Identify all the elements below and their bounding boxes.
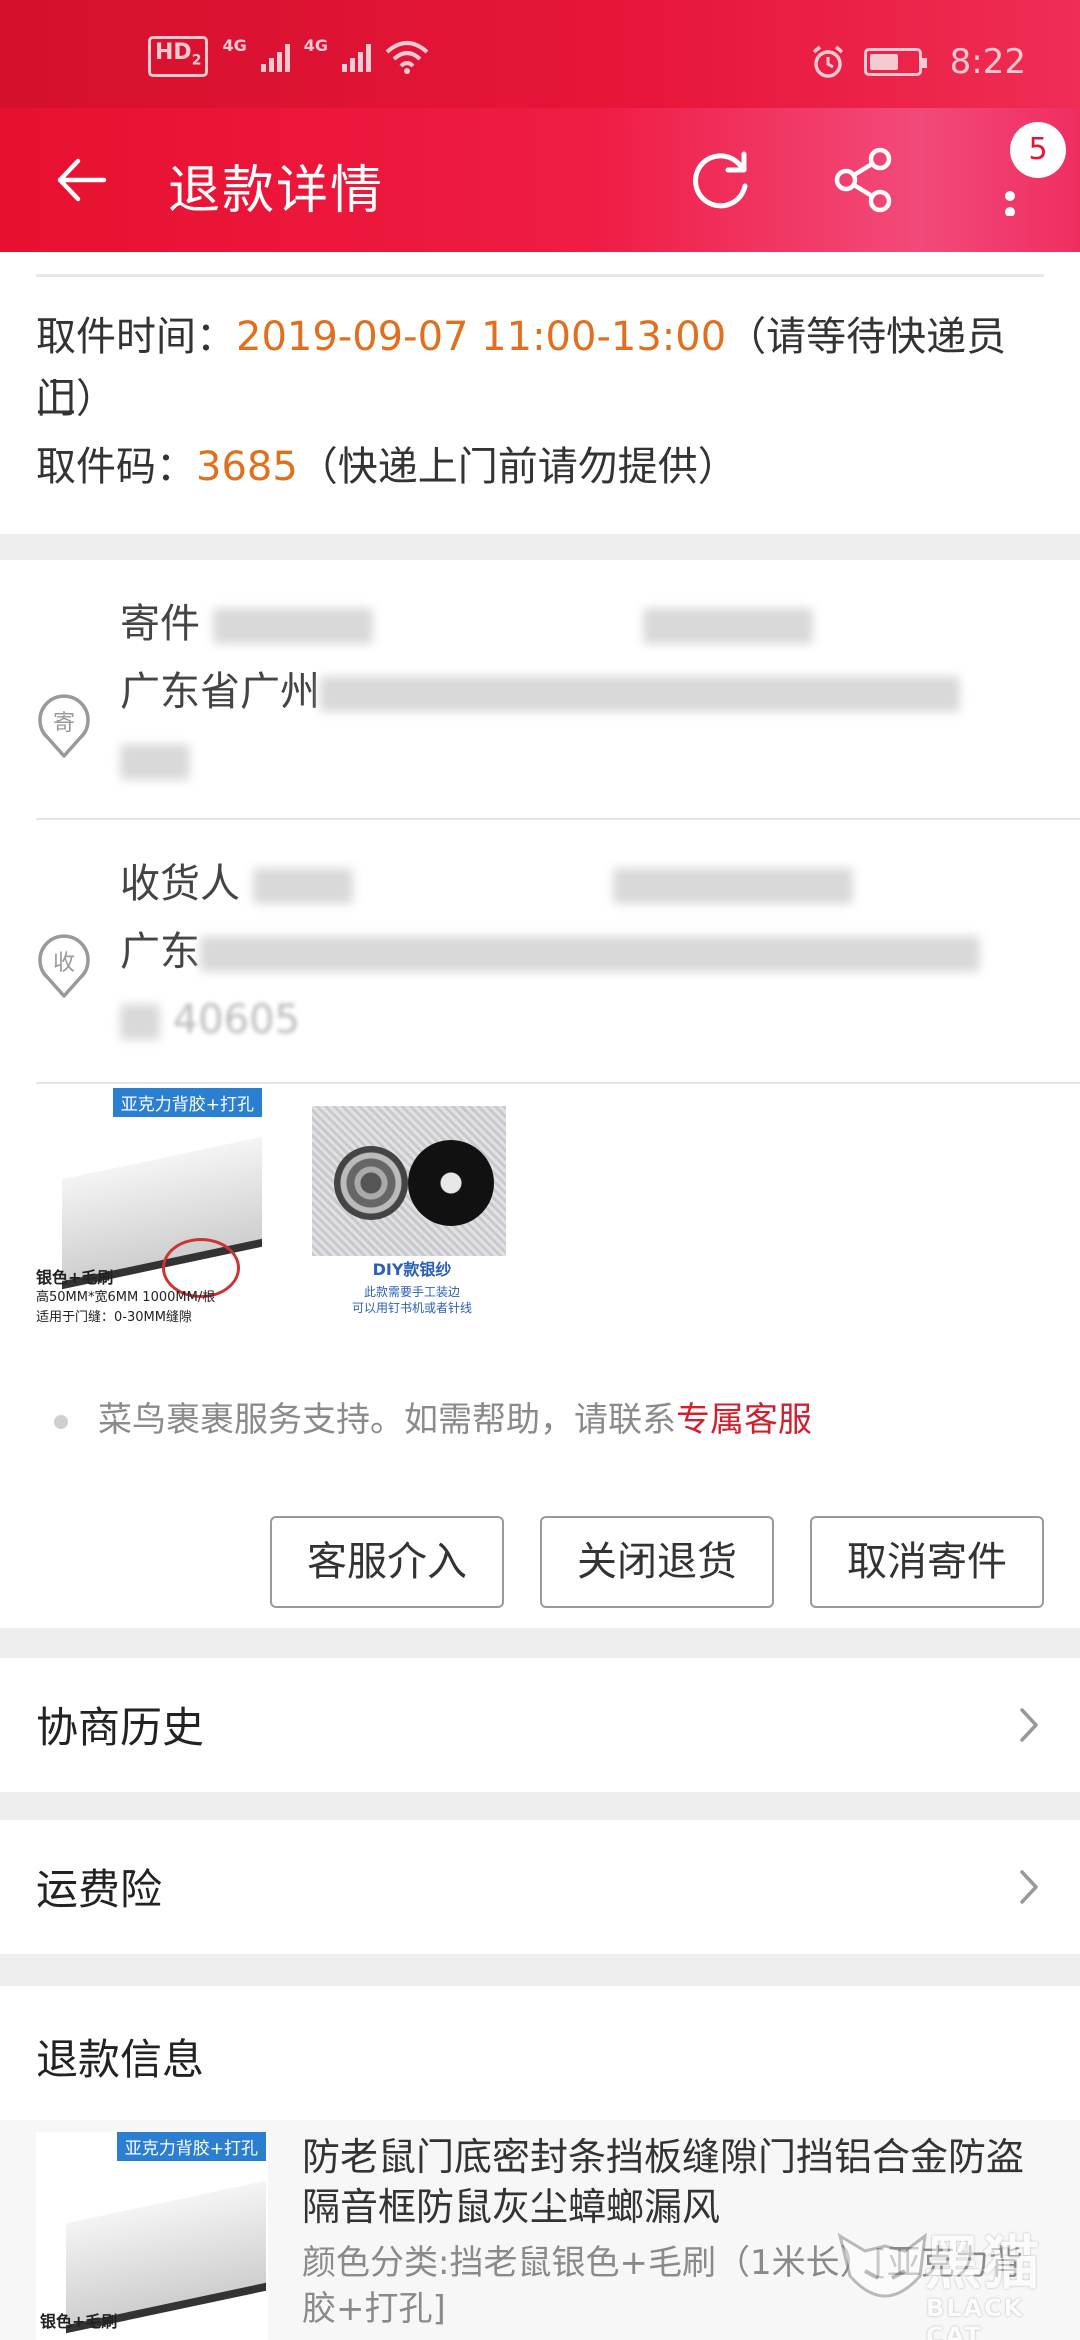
page-title: 退款详情 bbox=[168, 161, 385, 221]
goods-thumbnail-2[interactable]: DIY款银纱 此款需要手工装边 可以用钉书机或者针线 bbox=[296, 1088, 528, 1318]
goods-thumbnail-1[interactable]: 亚克力背胶+打孔 银色+毛刷 高50MM*宽6MM 1000MM/根 适用于门缝… bbox=[32, 1088, 264, 1325]
thumb-line-1: 银色+毛刷 bbox=[36, 1268, 114, 1287]
sender-pin-char: 寄 bbox=[53, 711, 75, 736]
refresh-icon[interactable] bbox=[684, 144, 756, 216]
thumb-caption-3: 可以用钉书机或者针线 bbox=[351, 1301, 472, 1315]
shipping-insurance-row[interactable]: 运费险 bbox=[0, 1820, 1080, 1954]
share-icon[interactable] bbox=[828, 144, 900, 216]
status-bar: HD2 4G 4G 8:22 bbox=[0, 0, 1080, 108]
hd-voice-icon: HD2 bbox=[148, 36, 209, 78]
watermark-cn: 黑猫 bbox=[924, 2229, 1041, 2297]
thumb-tag: 亚克力背胶+打孔 bbox=[112, 1088, 262, 1117]
signal-icon-2 bbox=[341, 42, 371, 72]
pickup-time-line-2: 门） bbox=[36, 376, 116, 422]
receiver-zip-partial: 40605 bbox=[172, 997, 300, 1043]
thumb-tag: 亚克力背胶+打孔 bbox=[116, 2132, 266, 2161]
notification-badge: 5 bbox=[1010, 122, 1066, 178]
product-image bbox=[66, 2180, 266, 2334]
chevron-right-icon bbox=[1020, 1870, 1038, 1904]
address-card: 寄 寄件 广东省广州 收 收货人 广东 40605 亚克力背胶+打孔 银色+毛刷… bbox=[0, 560, 1080, 1628]
divider bbox=[36, 1082, 1080, 1084]
thumb-caption-1: DIY款银纱 bbox=[372, 1260, 452, 1279]
hd-sub: 2 bbox=[191, 52, 202, 69]
support-text: 菜鸟裹裹服务支持。如需帮助，请联系 bbox=[98, 1400, 676, 1440]
receiver-pin-icon: 收 bbox=[38, 934, 90, 998]
alarm-icon bbox=[812, 45, 843, 78]
battery-icon bbox=[863, 48, 927, 76]
receiver-row[interactable]: 收 收货人 广东 40605 bbox=[0, 850, 1080, 1043]
watermark-en: BLACK CAT bbox=[926, 2294, 1025, 2340]
back-arrow-icon[interactable] bbox=[52, 150, 112, 210]
app-bar: 退款详情 5 bbox=[0, 108, 1080, 252]
divider bbox=[36, 818, 1080, 820]
network-label-1: 4G bbox=[222, 36, 247, 55]
sender-text: 寄件 广东省广州 bbox=[120, 590, 1044, 794]
pickup-code-value: 3685 bbox=[196, 444, 298, 490]
pickup-code-line: 取件码：3685（快递上门前请勿提供） bbox=[36, 436, 1044, 498]
sender-label: 寄件 bbox=[120, 601, 200, 647]
product-image-roll bbox=[334, 1146, 408, 1220]
negotiation-history-row[interactable]: 协商历史 bbox=[0, 1658, 1080, 1792]
pickup-time-value: 2019-09-07 11:00-13:00 bbox=[236, 314, 727, 360]
pickup-code-note: （快递上门前请勿提供） bbox=[297, 444, 738, 490]
pickup-info-card: 取件时间：2019-09-07 11:00-13:00（请等待快递员上 门） 取… bbox=[0, 252, 1080, 534]
status-time: 8:22 bbox=[949, 42, 1026, 82]
wifi-icon bbox=[385, 40, 429, 74]
cancel-send-button[interactable]: 取消寄件 bbox=[810, 1516, 1044, 1608]
thumb-caption: 银色+毛刷 高50MM*宽6MM 1000MM/根 适用于门缝：0-30MM缝隙 bbox=[36, 1268, 215, 1328]
divider bbox=[36, 274, 1044, 277]
sender-province: 广东省广州 bbox=[120, 669, 320, 715]
receiver-province: 广东 bbox=[120, 929, 200, 975]
sender-pin-icon: 寄 bbox=[38, 694, 90, 758]
thumb-line-2: 高50MM*宽6MM 1000MM/根 bbox=[36, 1290, 216, 1305]
refund-product-thumbnail: 亚克力背胶+打孔 银色+毛刷 bbox=[36, 2132, 268, 2340]
receiver-text: 收货人 广东 40605 bbox=[120, 850, 1044, 1054]
thumb-line-3: 适用于门缝：0-30MM缝隙 bbox=[36, 1310, 192, 1325]
exclusive-service-link[interactable]: 专属客服 bbox=[676, 1400, 812, 1440]
hd-label: HD bbox=[155, 40, 192, 65]
support-line: 菜鸟裹裹服务支持。如需帮助，请联系专属客服 bbox=[54, 1392, 812, 1441]
refund-info-label: 退款信息 bbox=[36, 2035, 205, 2084]
product-image-tape bbox=[408, 1140, 494, 1226]
receiver-label: 收货人 bbox=[120, 861, 240, 907]
thumb-caption: 银色+毛刷 bbox=[40, 2312, 117, 2332]
pickup-time-label: 取件时间： bbox=[36, 314, 236, 360]
thumb-line: 银色+毛刷 bbox=[40, 2312, 118, 2331]
sender-row[interactable]: 寄 寄件 广东省广州 bbox=[0, 590, 1080, 790]
customer-service-button[interactable]: 客服介入 bbox=[270, 1516, 504, 1608]
shipping-insurance-label: 运费险 bbox=[36, 1865, 163, 1914]
receiver-pin-char: 收 bbox=[53, 951, 75, 976]
black-cat-watermark: 黑猫 BLACK CAT bbox=[830, 2216, 1050, 2340]
close-return-button[interactable]: 关闭退货 bbox=[540, 1516, 774, 1608]
chevron-right-icon bbox=[1020, 1708, 1038, 1742]
status-bar-left: HD2 4G 4G bbox=[148, 36, 429, 78]
pickup-code-label: 取件码： bbox=[36, 444, 196, 490]
network-label-2: 4G bbox=[303, 36, 328, 55]
negotiation-history-label: 协商历史 bbox=[36, 1703, 205, 1752]
bullet-dot bbox=[54, 1414, 68, 1429]
signal-icon-1 bbox=[260, 42, 290, 72]
status-bar-right: 8:22 bbox=[810, 42, 1026, 82]
